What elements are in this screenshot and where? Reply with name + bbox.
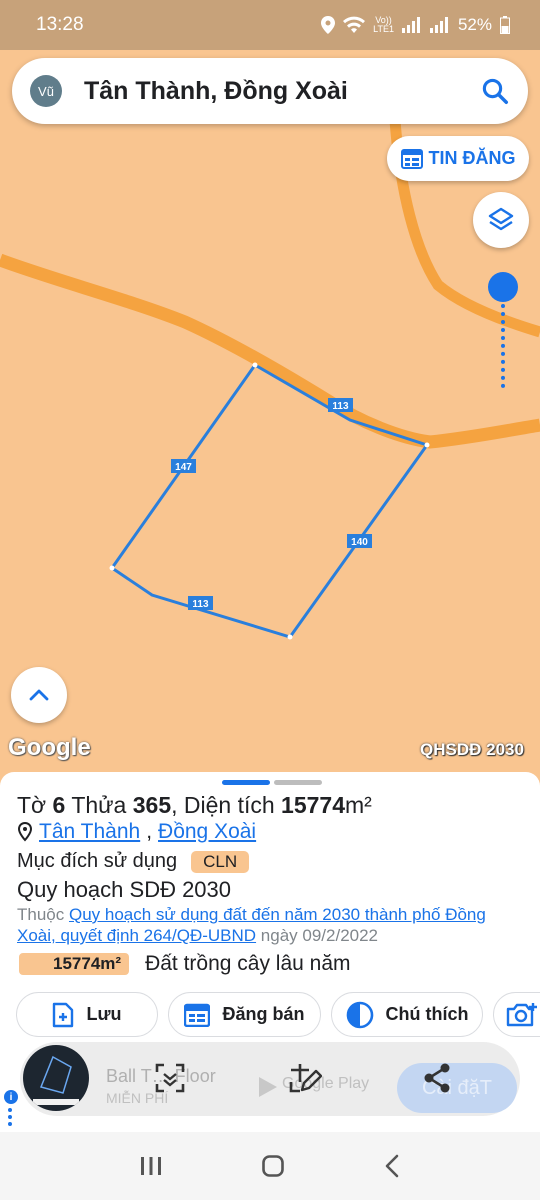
google-logo: Google (8, 734, 91, 761)
add-file-icon (53, 1002, 74, 1027)
search-icon[interactable] (480, 76, 510, 106)
parcel-title: Tờ 6 Thửa 365, Diện tích 15774m² (17, 792, 372, 818)
listing-icon (400, 148, 423, 169)
opacity-slider-knob[interactable] (488, 272, 518, 302)
calendar-icon (184, 1003, 211, 1027)
land-type: Đất trồng cây lâu năm (145, 952, 351, 975)
post-sale-button[interactable]: Đăng bán (168, 992, 321, 1037)
edge-label-top: 113 (332, 401, 349, 412)
play-store-icon (259, 1077, 277, 1097)
ad-app-thumbnail[interactable] (23, 1045, 89, 1111)
recent-apps-icon[interactable] (139, 1156, 163, 1176)
parcel-boundary[interactable] (109, 363, 430, 639)
battery-percent: 52% (457, 15, 492, 34)
ad-choices-marker (8, 1108, 12, 1126)
tin-dang-label: TIN ĐĂNG (428, 148, 516, 168)
search-bar[interactable]: Vũ Tân Thành, Đồng Xoài (12, 58, 528, 124)
layers-icon (488, 207, 514, 231)
edge-label-bottom: 113 (192, 599, 209, 610)
ad-banner[interactable]: Ball T… Floor MIỄN PHÍ Google Play Cài đ… (20, 1042, 520, 1116)
opacity-slider-track[interactable] (501, 288, 505, 388)
sheet-handle[interactable] (222, 780, 322, 785)
ward-link[interactable]: Tân Thành (39, 820, 140, 844)
purpose-row: Mục đích sử dụng CLN (17, 850, 250, 873)
edge-label-right: 140 (351, 537, 368, 548)
parcel-location: Tân Thành, Đồng Xoài (17, 820, 256, 844)
wifi-icon (343, 16, 366, 33)
home-icon[interactable] (261, 1154, 285, 1178)
location-pin-icon (17, 822, 33, 842)
purpose-code-badge: CLN (191, 850, 250, 873)
chevron-up-icon (29, 689, 49, 701)
signal-icon (401, 17, 420, 33)
plan-title: Quy hoạch SDĐ 2030 (17, 877, 232, 902)
legend-button[interactable]: Chú thích (331, 992, 483, 1037)
purpose-label: Mục đích sử dụng (17, 850, 178, 872)
expand-up-button[interactable] (11, 667, 67, 723)
scan-icon[interactable] (154, 1062, 186, 1094)
share-icon[interactable] (422, 1062, 452, 1094)
ad-info-icon[interactable]: i (4, 1090, 18, 1104)
area-badge: 15774m² (19, 953, 130, 975)
plan-decision-link[interactable]: Quy hoạch sử dụng đất đến năm 2030 thành… (17, 905, 486, 945)
city-link[interactable]: Đồng Xoài (158, 820, 256, 844)
add-photo-icon (506, 1002, 537, 1026)
edge-label-left: 147 (175, 462, 192, 473)
battery-icon (500, 16, 510, 34)
edit-area-icon[interactable] (288, 1062, 322, 1094)
photo-button[interactable] (493, 992, 540, 1037)
map-layer-label: QHSDĐ 2030 (420, 740, 524, 759)
main-road (0, 253, 540, 449)
layers-button[interactable] (473, 192, 529, 248)
status-bar: 13:28 Vo)) LTE1 52% (0, 0, 540, 50)
land-type-row: 15774m² Đất trồng cây lâu năm (19, 952, 351, 976)
status-icons: Vo)) LTE1 52% (321, 15, 510, 35)
back-icon[interactable] (383, 1154, 401, 1178)
ad-install-button[interactable]: Cài đặT (397, 1063, 517, 1113)
location-icon (321, 16, 336, 34)
avatar[interactable]: Vũ (30, 75, 62, 107)
save-button[interactable]: Lưu (16, 992, 158, 1037)
system-nav-bar (0, 1132, 540, 1200)
signal-icon-2 (429, 17, 448, 33)
action-buttons: Lưu Đăng bán Chú thích (16, 992, 540, 1037)
search-query[interactable]: Tân Thành, Đồng Xoài (84, 77, 480, 106)
tin-dang-button[interactable]: TIN ĐĂNG (387, 136, 529, 181)
contrast-icon (346, 1001, 373, 1028)
volte-indicator: Vo)) LTE1 (373, 15, 394, 34)
plan-description: Thuộc Quy hoạch sử dụng đất đến năm 2030… (17, 905, 486, 945)
status-time: 13:28 (36, 14, 84, 35)
